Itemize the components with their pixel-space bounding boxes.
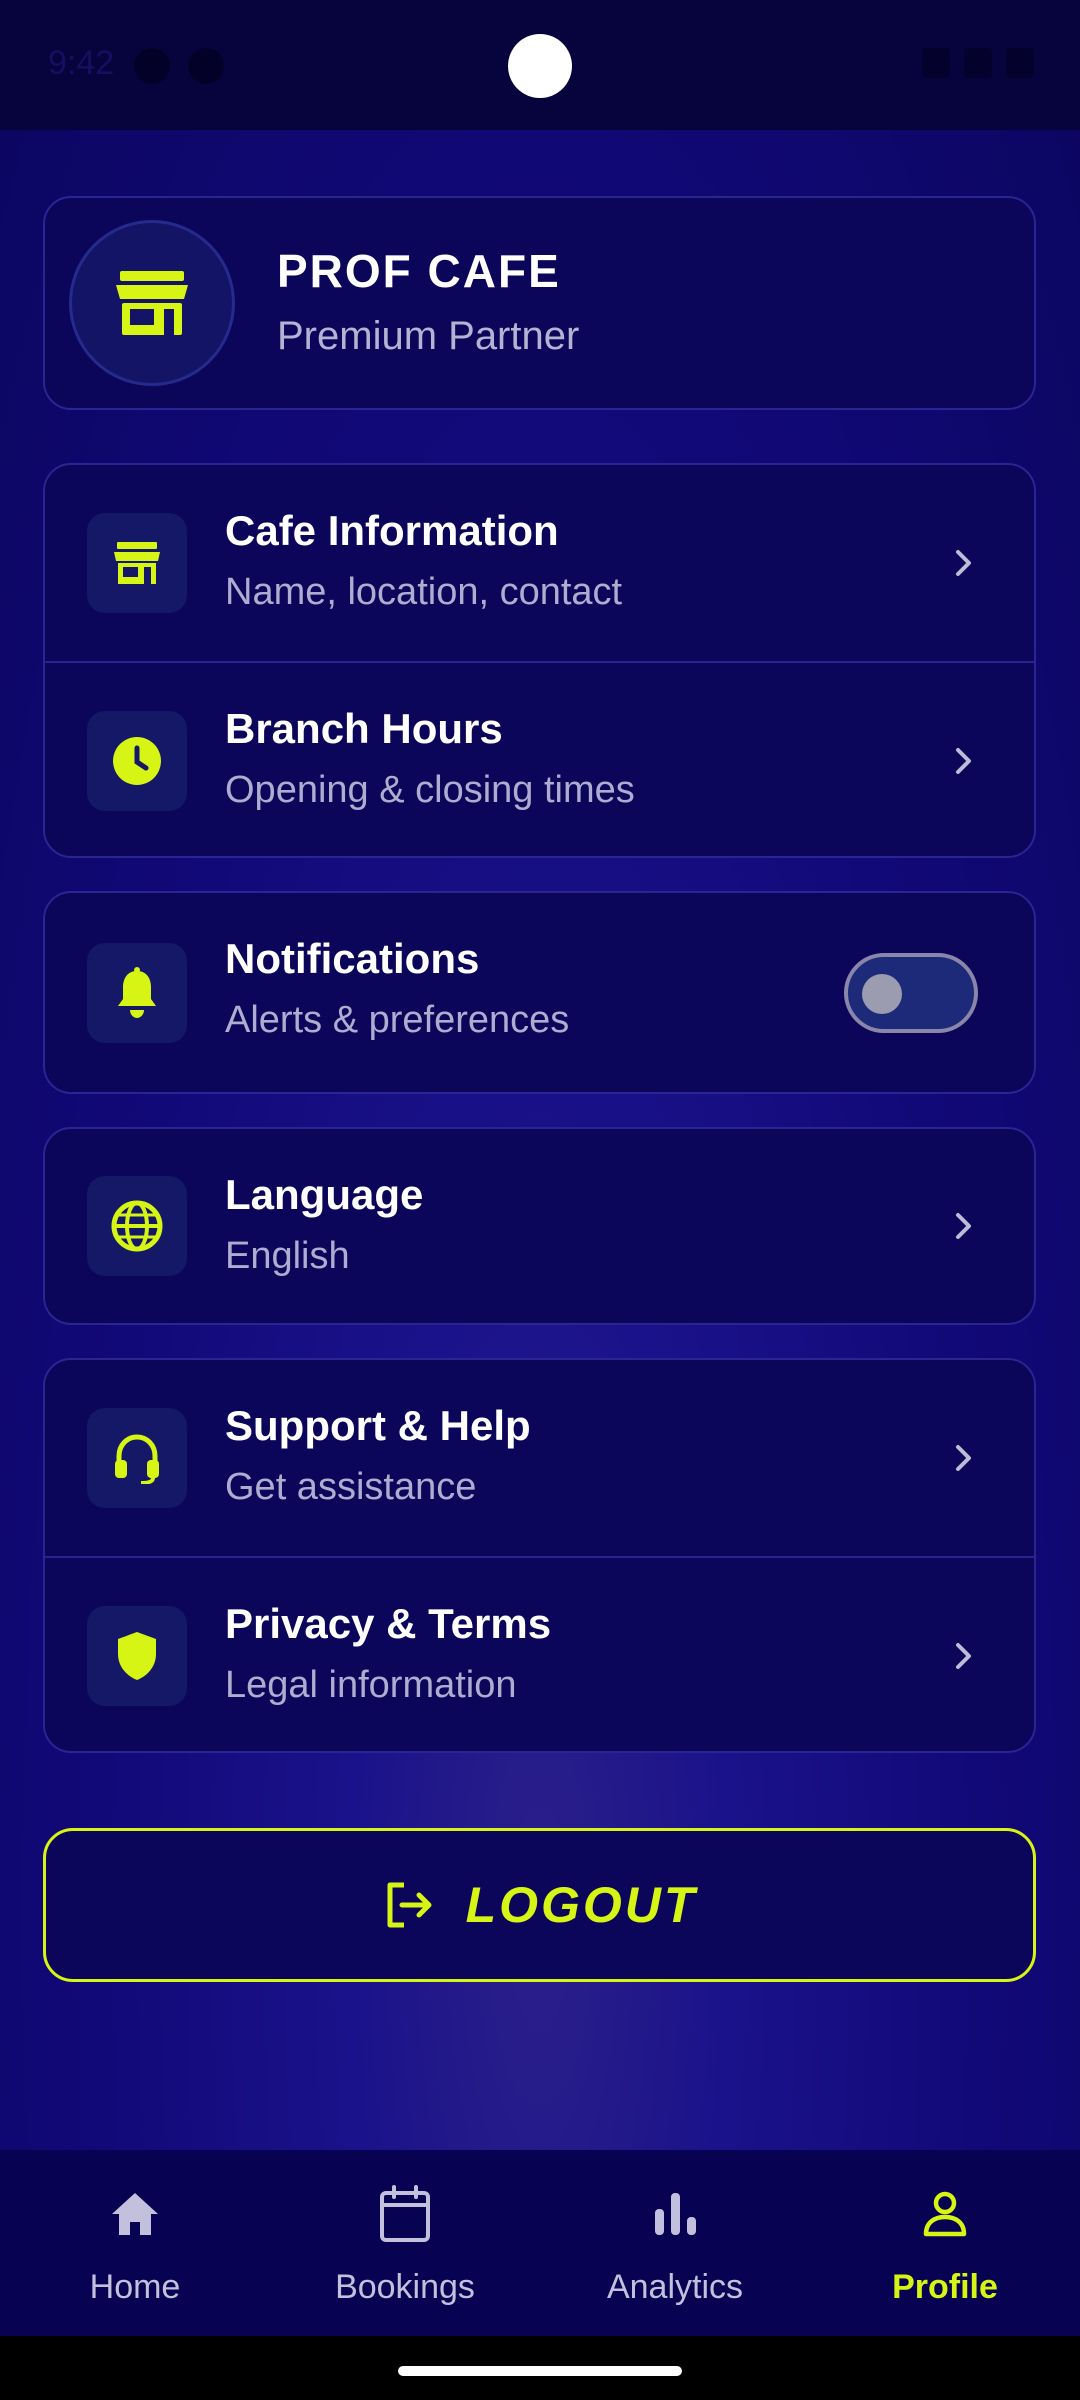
bottom-navigation: Home Bookings Analytics Profile	[0, 2150, 1080, 2336]
shield-icon	[118, 1632, 156, 1680]
chevron-right-icon	[950, 747, 978, 775]
status-bar: 9:42	[0, 0, 1080, 130]
row-subtitle: Opening & closing times	[225, 769, 635, 811]
bell-icon	[118, 966, 156, 1018]
profile-card: PROF CAFE Premium Partner	[43, 196, 1036, 410]
gesture-area	[0, 2336, 1080, 2400]
chevron-right-icon	[950, 1642, 978, 1670]
headset-icon	[115, 1434, 159, 1484]
home-icon	[112, 2193, 158, 2235]
language-row[interactable]: Language English	[45, 1129, 1034, 1323]
nav-label: Home	[89, 2268, 181, 2306]
cafe-information-row[interactable]: Cafe Information Name, location, contact	[45, 465, 1034, 661]
support-group: Support & Help Get assistance Privacy & …	[43, 1358, 1036, 1753]
icon-container	[87, 513, 187, 613]
nav-profile[interactable]: Profile	[810, 2150, 1080, 2336]
nav-label: Profile	[892, 2268, 998, 2306]
notifications-group: Notifications Alerts & preferences	[43, 891, 1036, 1094]
store-icon	[114, 542, 160, 584]
logout-icon	[387, 1882, 432, 1928]
user-icon	[923, 2191, 967, 2237]
row-title: Support & Help	[225, 1402, 531, 1449]
icon-container	[87, 711, 187, 811]
row-title: Language	[225, 1171, 424, 1218]
support-help-row[interactable]: Support & Help Get assistance	[45, 1360, 1034, 1556]
status-system-icons	[922, 48, 1034, 78]
icon-container	[87, 1176, 187, 1276]
camera-cutout	[508, 34, 572, 98]
store-icon	[116, 271, 188, 335]
notifications-toggle[interactable]	[844, 952, 978, 1033]
row-title: Privacy & Terms	[225, 1600, 552, 1647]
row-title: Cafe Information	[225, 507, 559, 554]
home-gesture-bar[interactable]	[398, 2366, 682, 2376]
calendar-icon	[380, 2185, 430, 2242]
logout-button[interactable]: LOGOUT	[43, 1828, 1036, 1982]
notifications-row: Notifications Alerts & preferences	[45, 893, 1034, 1092]
clock-icon	[113, 737, 161, 785]
status-time: 9:42	[48, 44, 115, 82]
chevron-right-icon	[950, 1444, 978, 1472]
globe-icon	[111, 1200, 163, 1252]
privacy-terms-row[interactable]: Privacy & Terms Legal information	[45, 1556, 1034, 1751]
row-subtitle: Get assistance	[225, 1466, 477, 1508]
row-subtitle: English	[225, 1235, 350, 1277]
avatar	[69, 220, 235, 386]
nav-home[interactable]: Home	[0, 2150, 270, 2336]
logout-label: LOGOUT	[465, 1877, 698, 1933]
row-subtitle: Name, location, contact	[225, 571, 623, 613]
profile-screen: 9:42 PROF CAFE Premium Partner Cafe Info…	[0, 0, 1080, 2400]
cafe-name: PROF CAFE	[277, 245, 561, 297]
partner-tier: Premium Partner	[277, 314, 580, 358]
nav-analytics[interactable]: Analytics	[540, 2150, 810, 2336]
bar-chart-icon	[655, 2193, 696, 2235]
toggle-knob	[862, 973, 902, 1014]
cafe-settings-group: Cafe Information Name, location, contact…	[43, 463, 1036, 858]
icon-container	[87, 942, 187, 1043]
branch-hours-row[interactable]: Branch Hours Opening & closing times	[45, 661, 1034, 856]
row-subtitle: Alerts & preferences	[225, 999, 570, 1041]
nav-bookings[interactable]: Bookings	[270, 2150, 540, 2336]
chevron-right-icon	[950, 1212, 978, 1240]
nav-label: Bookings	[335, 2268, 475, 2306]
status-notification-icons	[134, 48, 224, 84]
row-title: Branch Hours	[225, 705, 503, 752]
row-title: Notifications	[225, 935, 480, 982]
icon-container	[87, 1606, 187, 1706]
row-subtitle: Legal information	[225, 1664, 517, 1706]
icon-container	[87, 1408, 187, 1508]
nav-label: Analytics	[606, 2268, 744, 2306]
language-group: Language English	[43, 1127, 1036, 1325]
chevron-right-icon	[950, 549, 978, 577]
